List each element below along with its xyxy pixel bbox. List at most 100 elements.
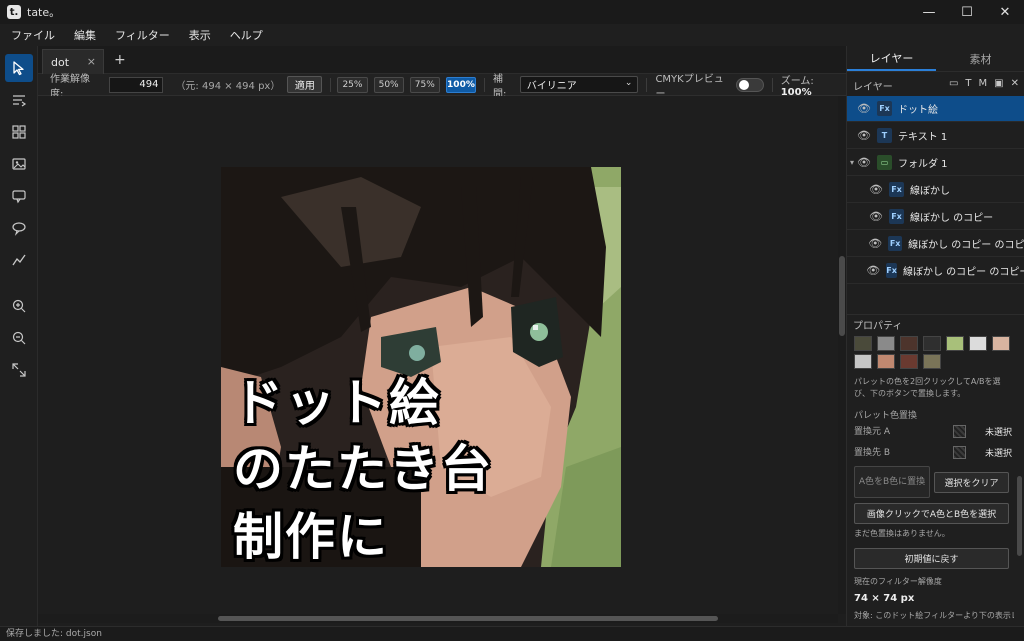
curve-icon — [12, 254, 26, 266]
cmyk-preview-toggle[interactable] — [736, 77, 764, 92]
apply-button[interactable]: 適用 — [287, 76, 323, 93]
zoom-out-icon — [12, 331, 26, 345]
layer-row[interactable]: 👁 T テキスト 1 — [847, 123, 1024, 149]
zoom-100-button[interactable]: 100% — [445, 76, 477, 93]
speech-bubble-tool[interactable] — [5, 182, 33, 210]
toggle-knob — [739, 79, 750, 90]
menu-view[interactable]: 表示 — [186, 25, 214, 45]
layer-row[interactable]: 👁 Fx 線ぼかし のコピー のコピー のコピー — [847, 258, 1024, 284]
menu-bar: ファイル 編集 フィルター 表示 ヘルプ — [0, 24, 1024, 46]
canvas-vertical-scrollbar[interactable] — [838, 96, 846, 614]
fx-layer-icon: Fx — [889, 182, 904, 197]
artboard[interactable]: ドット絵 のたたき台 制作に — [221, 167, 621, 567]
divider — [484, 77, 486, 92]
image-tool[interactable] — [5, 150, 33, 178]
fit-tool[interactable] — [5, 356, 33, 384]
replace-color-button[interactable]: A色をB色に置換 — [854, 466, 930, 498]
canvas-horizontal-scrollbar[interactable] — [38, 614, 838, 623]
layer-row[interactable]: 👁 Fx 線ぼかし のコピー — [847, 204, 1024, 230]
zoom-25-button[interactable]: 25% — [337, 76, 368, 93]
palette-swatch[interactable] — [877, 336, 895, 351]
interpolation-value: バイリニア — [526, 81, 577, 92]
pick-from-image-button[interactable]: 画像クリックでA色とB色を選択 — [854, 503, 1009, 524]
scroll-thumb[interactable] — [839, 256, 845, 336]
tab-layers[interactable]: レイヤー — [847, 46, 936, 71]
layer-name: 線ぼかし — [910, 186, 950, 197]
palette-swatch[interactable] — [854, 336, 872, 351]
curve-tool[interactable] — [5, 246, 33, 274]
layer-name: 線ぼかし のコピー のコピー — [908, 240, 1024, 251]
palette-swatch[interactable] — [877, 354, 895, 369]
new-folder-icon[interactable]: ▭ — [949, 78, 958, 89]
eye-icon[interactable]: 👁 — [857, 156, 871, 169]
new-image-layer-icon[interactable]: ▣ — [994, 78, 1003, 89]
target-note: 対象: このドット絵フィルターより下の表示レイヤー — [854, 611, 1014, 620]
status-bar: 保存しました: dot.json — [0, 626, 1024, 641]
eye-icon[interactable]: 👁 — [866, 264, 880, 277]
zoom-75-button[interactable]: 75% — [409, 76, 440, 93]
scroll-thumb[interactable] — [1017, 476, 1022, 556]
tab-materials[interactable]: 素材 — [936, 46, 1024, 71]
select-tool[interactable] — [5, 54, 33, 82]
image-icon — [12, 158, 26, 170]
tool-bar — [0, 46, 38, 626]
palette-swatch[interactable] — [946, 336, 964, 351]
maximize-button[interactable]: ☐ — [948, 0, 986, 24]
add-tab-button[interactable]: + — [114, 52, 126, 68]
source-color-chip[interactable] — [953, 425, 966, 438]
zoom-50-button[interactable]: 50% — [373, 76, 404, 93]
palette-swatch[interactable] — [969, 336, 987, 351]
eye-icon[interactable]: 👁 — [857, 102, 871, 115]
minimize-button[interactable]: — — [910, 0, 948, 24]
new-mask-layer-icon[interactable]: M — [979, 78, 988, 89]
filter-resolution-label: 現在のフィルター解像度 — [854, 577, 942, 586]
new-text-layer-icon[interactable]: T — [965, 78, 971, 89]
layer-row[interactable]: ▾ 👁 ▭ フォルダ 1 — [847, 150, 1024, 176]
palette-swatch[interactable] — [923, 354, 941, 369]
artwork-text-line-2: のたたき台 — [233, 440, 493, 498]
resolution-input[interactable]: 494 — [108, 76, 164, 93]
zoom-in-tool[interactable] — [5, 292, 33, 320]
scroll-thumb[interactable] — [218, 616, 718, 621]
palette-swatch[interactable] — [854, 354, 872, 369]
zoom-readout: ズーム: 100% — [781, 72, 846, 98]
chevron-down-icon[interactable]: ▾ — [847, 158, 857, 167]
layer-row[interactable]: 👁 Fx ドット絵 — [847, 96, 1024, 122]
reset-button[interactable]: 初期値に戻す — [854, 548, 1009, 569]
palette-swatch[interactable] — [923, 336, 941, 351]
close-button[interactable]: ✕ — [986, 0, 1024, 24]
menu-filter[interactable]: フィルター — [112, 25, 173, 45]
zoom-label: ズーム: — [780, 75, 814, 87]
text-tool[interactable] — [5, 86, 33, 114]
layers-header: レイヤー ▭ T M ▣ ✕ — [847, 74, 1024, 96]
palette-swatch[interactable] — [900, 336, 918, 351]
menu-edit[interactable]: 編集 — [71, 25, 99, 45]
layers-title: レイヤー — [853, 81, 893, 93]
palette-swatch[interactable] — [900, 354, 918, 369]
window-controls: — ☐ ✕ — [910, 0, 1024, 24]
delete-layer-icon[interactable]: ✕ — [1011, 78, 1019, 89]
original-size: （元: 494 × 494 px） — [175, 81, 281, 92]
eye-icon[interactable]: 👁 — [857, 129, 871, 142]
title-bar: t. tate。 — ☐ ✕ — [0, 0, 1024, 24]
clear-selection-button[interactable]: 選択をクリア — [934, 472, 1009, 493]
menu-file[interactable]: ファイル — [8, 25, 58, 45]
close-tab-icon[interactable]: × — [87, 55, 96, 68]
eye-icon[interactable]: 👁 — [869, 210, 883, 223]
layer-row[interactable]: 👁 Fx 線ぼかし — [847, 177, 1024, 203]
zoom-out-tool[interactable] — [5, 324, 33, 352]
layer-row[interactable]: 👁 Fx 線ぼかし のコピー のコピー — [847, 231, 1024, 257]
eye-icon[interactable]: 👁 — [869, 183, 883, 196]
balloon-tool[interactable] — [5, 214, 33, 242]
panel-scrollbar[interactable] — [1017, 336, 1023, 624]
layer-name: ドット絵 — [898, 105, 938, 116]
palette-note: パレットの色を2回クリックしてA/Bを選び、下のボタンで置換します。 — [854, 377, 1001, 398]
artwork-text-line-1: ドット絵 — [233, 374, 441, 432]
menu-help[interactable]: ヘルプ — [227, 25, 266, 45]
palette-swatch[interactable] — [992, 336, 1010, 351]
grid-tool[interactable] — [5, 118, 33, 146]
interpolation-select[interactable]: バイリニア ⌄ — [519, 76, 639, 93]
source-value: 未選択 — [984, 428, 1012, 438]
eye-icon[interactable]: 👁 — [868, 237, 882, 250]
target-color-chip[interactable] — [953, 446, 966, 459]
